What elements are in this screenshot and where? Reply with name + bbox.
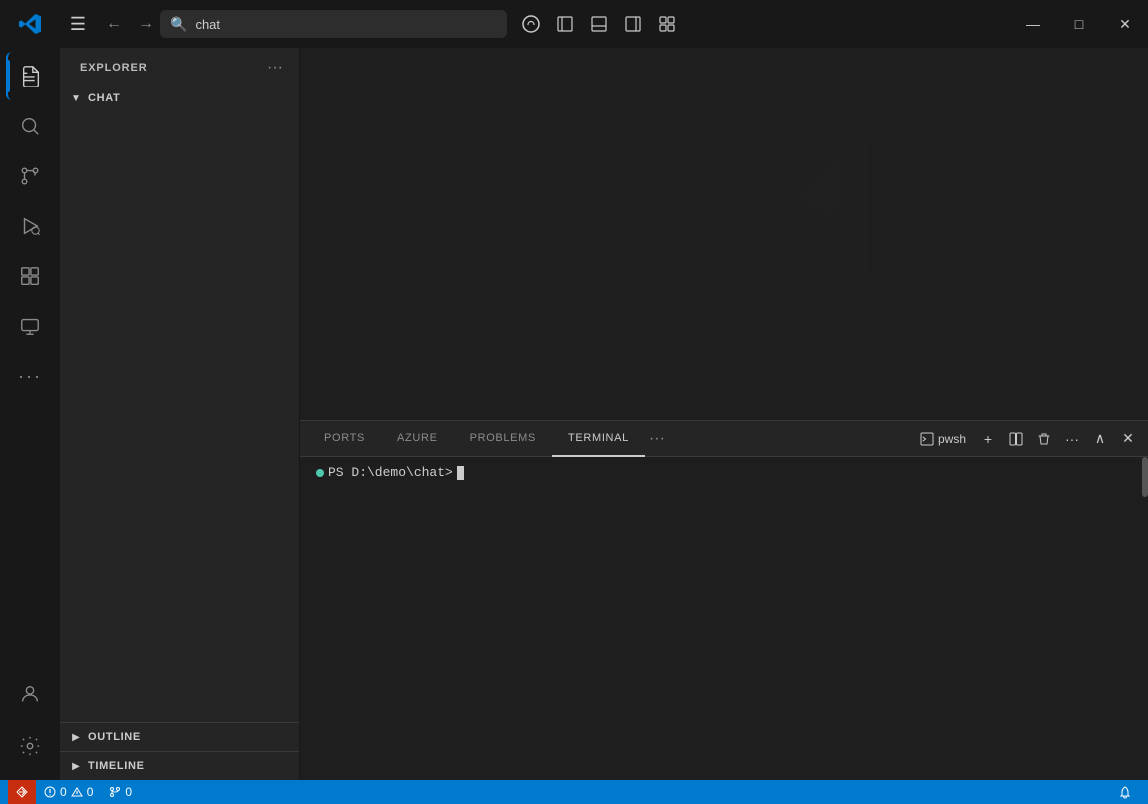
activity-bottom <box>6 670 54 780</box>
terminal-panel: PORTS AZURE PROBLEMS TERMINAL ··· <box>300 420 1148 780</box>
terminal-tabs-more[interactable]: ··· <box>645 430 669 448</box>
sidebar-title: EXPLORER <box>80 62 148 74</box>
prompt-dot <box>316 469 324 477</box>
sidebar-item-extensions[interactable] <box>6 252 54 300</box>
minimize-button[interactable]: — <box>1010 0 1056 48</box>
statusbar: 0 0 0 <box>0 780 1148 804</box>
collapse-terminal-button[interactable]: ∧ <box>1088 427 1112 451</box>
status-git-branch[interactable]: 0 <box>101 780 140 804</box>
sidebar-item-source-control[interactable] <box>6 152 54 200</box>
terminal-scrollbar-thumb[interactable] <box>1142 457 1148 497</box>
sidebar-item-remote[interactable] <box>6 302 54 350</box>
sidebar-item-more[interactable]: ··· <box>6 352 54 400</box>
chat-section-label: CHAT <box>88 92 120 104</box>
terminal-scrollbar[interactable] <box>1142 457 1148 780</box>
titlebar: ☰ ← → 🔍 chat — □ ✕ <box>0 0 1148 48</box>
outline-section-header[interactable]: ▶ OUTLINE <box>60 723 299 751</box>
sidebar: EXPLORER ··· ▼ CHAT ▶ OUTLINE ▶ TIMELINE <box>60 48 300 780</box>
sidebar-item-accounts[interactable] <box>6 670 54 718</box>
remote-icon <box>16 786 28 798</box>
activity-bar: ··· <box>0 48 60 780</box>
files-icon <box>20 65 42 87</box>
chat-section-arrow: ▼ <box>68 93 84 104</box>
terminal-more-button[interactable]: ··· <box>1060 427 1084 451</box>
shell-name: pwsh <box>938 432 966 446</box>
git-branch-icon <box>109 786 121 798</box>
editor-watermark <box>300 48 1148 420</box>
sidebar-bottom: ▶ OUTLINE ▶ TIMELINE <box>60 722 299 780</box>
status-remote[interactable] <box>8 780 36 804</box>
tab-problems[interactable]: PROBLEMS <box>454 421 552 457</box>
search-icon: 🔍 <box>170 16 187 33</box>
copilot-icon[interactable] <box>515 10 547 38</box>
status-errors[interactable]: 0 0 <box>36 780 101 804</box>
extensions-icon <box>19 265 41 287</box>
bell-icon <box>1118 785 1132 799</box>
terminal-icon <box>920 432 934 446</box>
split-terminal-button[interactable] <box>1004 427 1028 451</box>
terminal-toolbar: pwsh + <box>914 427 1140 451</box>
titlebar-logo-area <box>0 13 60 35</box>
accounts-icon <box>19 683 41 705</box>
timeline-section-header[interactable]: ▶ TIMELINE <box>60 752 299 780</box>
forward-button[interactable]: → <box>132 10 160 38</box>
warning-icon <box>71 786 83 798</box>
close-terminal-button[interactable]: ✕ <box>1116 427 1140 451</box>
maximize-button[interactable]: □ <box>1056 0 1102 48</box>
new-terminal-button[interactable]: + <box>976 427 1000 451</box>
tab-azure[interactable]: AZURE <box>381 421 454 457</box>
search-icon <box>19 115 41 137</box>
terminal-content[interactable]: PS D:\demo\chat> <box>300 457 1148 780</box>
vscode-watermark-svg <box>554 64 894 404</box>
layout-sidebar-icon[interactable] <box>549 10 581 38</box>
sidebar-header: EXPLORER ··· <box>60 48 299 84</box>
sidebar-more-button[interactable]: ··· <box>267 59 283 77</box>
terminal-prompt: PS D:\demo\chat> <box>316 465 1132 480</box>
terminal-shell-selector[interactable]: pwsh <box>914 430 972 448</box>
back-button[interactable]: ← <box>100 10 128 38</box>
titlebar-search-box[interactable]: 🔍 chat <box>160 10 507 38</box>
hamburger-menu-icon[interactable]: ☰ <box>60 14 96 35</box>
tab-terminal[interactable]: TERMINAL <box>552 421 645 457</box>
outline-arrow: ▶ <box>68 732 84 743</box>
window-controls: — □ ✕ <box>1010 0 1148 48</box>
remote-explorer-icon <box>19 315 41 337</box>
delete-terminal-button[interactable] <box>1032 427 1056 451</box>
status-notifications[interactable] <box>1110 780 1140 804</box>
layout-right-sidebar-icon[interactable] <box>617 10 649 38</box>
main-layout: ··· EXPLORER ··· ▼ <box>0 48 1148 780</box>
terminal-tabs: PORTS AZURE PROBLEMS TERMINAL ··· <box>300 421 1148 457</box>
error-icon <box>44 786 56 798</box>
split-icon <box>1009 432 1023 446</box>
outline-section: ▶ OUTLINE <box>60 722 299 751</box>
titlebar-actions <box>515 10 683 38</box>
search-text: chat <box>195 17 220 32</box>
chat-section: ▼ CHAT <box>60 84 299 116</box>
vscode-logo-icon <box>19 13 41 35</box>
source-control-icon <box>19 165 41 187</box>
timeline-label: TIMELINE <box>88 760 145 772</box>
editor-area: PORTS AZURE PROBLEMS TERMINAL ··· <box>300 48 1148 780</box>
layout-panel-icon[interactable] <box>583 10 615 38</box>
sidebar-item-search[interactable] <box>6 102 54 150</box>
timeline-arrow: ▶ <box>68 761 84 772</box>
trash-icon <box>1037 432 1051 446</box>
timeline-section: ▶ TIMELINE <box>60 751 299 780</box>
prompt-text: PS D:\demo\chat> <box>328 465 453 480</box>
sidebar-item-settings[interactable] <box>6 722 54 770</box>
outline-label: OUTLINE <box>88 731 141 743</box>
tab-ports[interactable]: PORTS <box>308 421 381 457</box>
close-button[interactable]: ✕ <box>1102 0 1148 48</box>
run-debug-icon <box>19 215 41 237</box>
chat-section-header[interactable]: ▼ CHAT <box>60 84 299 112</box>
prompt-cursor <box>457 466 464 480</box>
sidebar-item-explorer[interactable] <box>6 52 54 100</box>
titlebar-navigation: ← → <box>100 10 160 38</box>
sidebar-item-run[interactable] <box>6 202 54 250</box>
layout-grid-icon[interactable] <box>651 10 683 38</box>
gear-icon <box>19 735 41 757</box>
